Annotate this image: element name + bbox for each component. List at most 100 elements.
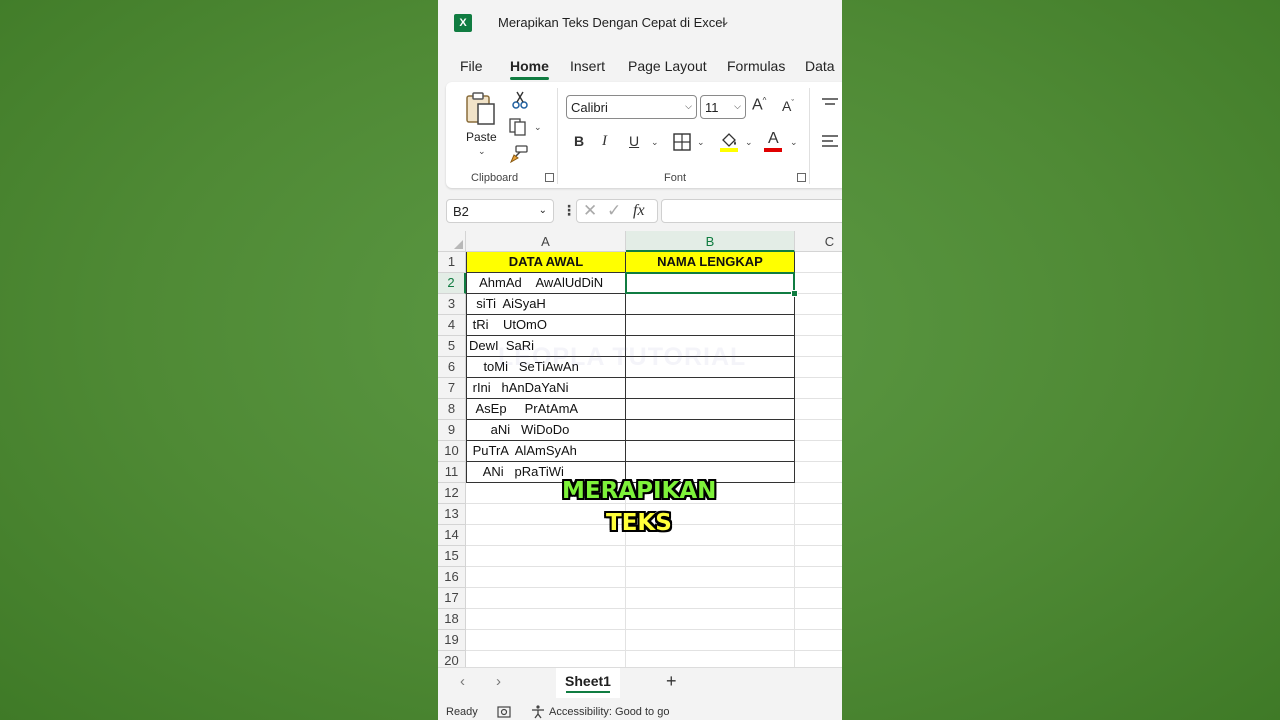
cell-a19[interactable]: [466, 630, 626, 651]
cell-a10[interactable]: PuTrA AlAmSyAh: [466, 441, 626, 462]
tab-insert[interactable]: Insert: [570, 58, 605, 74]
cell-b4[interactable]: [626, 315, 795, 336]
cell-a13[interactable]: [466, 504, 626, 525]
cell-c19[interactable]: [795, 630, 842, 651]
row-header-11[interactable]: 11: [438, 462, 466, 483]
font-name-select[interactable]: Calibri ⌵: [566, 95, 697, 119]
borders-icon[interactable]: [673, 133, 691, 151]
cell-b16[interactable]: [626, 567, 795, 588]
row-header-4[interactable]: 4: [438, 315, 466, 336]
cell-c18[interactable]: [795, 609, 842, 630]
cell-b17[interactable]: [626, 588, 795, 609]
sheet-next-icon[interactable]: ›: [496, 673, 501, 690]
underline-button[interactable]: U: [629, 134, 639, 148]
cell-a1-header[interactable]: DATA AWAL: [466, 252, 626, 273]
row-header-3[interactable]: 3: [438, 294, 466, 315]
cell-c12[interactable]: [795, 483, 842, 504]
cell-c2[interactable]: [795, 273, 842, 294]
row-header-18[interactable]: 18: [438, 609, 466, 630]
copy-icon[interactable]: [509, 118, 529, 136]
row-header-8[interactable]: 8: [438, 399, 466, 420]
cell-c4[interactable]: [795, 315, 842, 336]
chevron-down-icon[interactable]: ⌄: [539, 205, 547, 216]
tab-home[interactable]: Home: [510, 58, 549, 80]
accessibility-icon[interactable]: [530, 705, 546, 719]
name-box[interactable]: B2 ⌄: [446, 199, 554, 223]
row-header-12[interactable]: 12: [438, 483, 466, 504]
cell-c11[interactable]: [795, 462, 842, 483]
cell-c13[interactable]: [795, 504, 842, 525]
row-header-9[interactable]: 9: [438, 420, 466, 441]
chevron-down-icon[interactable]: ⌄: [745, 137, 753, 148]
cell-c8[interactable]: [795, 399, 842, 420]
cell-c1[interactable]: [795, 252, 842, 273]
row-header-13[interactable]: 13: [438, 504, 466, 525]
column-header-a[interactable]: A: [466, 231, 626, 252]
cut-icon[interactable]: [512, 91, 528, 109]
row-header-5[interactable]: 5: [438, 336, 466, 357]
grow-font-button[interactable]: A^: [752, 96, 766, 114]
cell-c6[interactable]: [795, 357, 842, 378]
cell-c5[interactable]: [795, 336, 842, 357]
chevron-down-icon[interactable]: ⌄: [790, 137, 798, 148]
cell-b10[interactable]: [626, 441, 795, 462]
cell-c20[interactable]: [795, 651, 842, 667]
cell-c7[interactable]: [795, 378, 842, 399]
cell-a20[interactable]: [466, 651, 626, 667]
cell-b8[interactable]: [626, 399, 795, 420]
row-header-2[interactable]: 2: [438, 273, 466, 294]
chevron-down-icon[interactable]: ⌄: [534, 122, 542, 133]
cell-a14[interactable]: [466, 525, 626, 546]
fill-color-icon[interactable]: [719, 131, 739, 153]
cell-a4[interactable]: tRi UtOmO: [466, 315, 626, 336]
active-cell-b2[interactable]: [625, 272, 795, 294]
bold-button[interactable]: B: [574, 134, 584, 148]
row-header-19[interactable]: 19: [438, 630, 466, 651]
cell-a15[interactable]: [466, 546, 626, 567]
cell-b7[interactable]: [626, 378, 795, 399]
cell-c17[interactable]: [795, 588, 842, 609]
row-header-10[interactable]: 10: [438, 441, 466, 462]
chevron-down-icon[interactable]: ⌄: [720, 14, 730, 28]
cell-c9[interactable]: [795, 420, 842, 441]
clipboard-launcher-icon[interactable]: [545, 173, 554, 182]
align-left-icon[interactable]: [821, 134, 839, 150]
font-size-select[interactable]: 11 ⌵: [700, 95, 746, 119]
fill-handle[interactable]: [791, 290, 798, 297]
paste-button[interactable]: Paste ⌄: [460, 88, 504, 160]
macro-recorder-icon[interactable]: [497, 706, 511, 718]
cell-b20[interactable]: [626, 651, 795, 667]
tab-data[interactable]: Data: [805, 58, 835, 74]
tab-page-layout[interactable]: Page Layout: [628, 58, 707, 74]
cell-b19[interactable]: [626, 630, 795, 651]
sheet-tab-sheet1[interactable]: Sheet1: [556, 668, 620, 698]
row-header-20[interactable]: 20: [438, 651, 466, 667]
cell-c14[interactable]: [795, 525, 842, 546]
row-header-14[interactable]: 14: [438, 525, 466, 546]
cell-a7[interactable]: rIni hAnDaYaNi: [466, 378, 626, 399]
shrink-font-button[interactable]: Aˇ: [782, 98, 794, 114]
cell-a8[interactable]: AsEp PrAtAmA: [466, 399, 626, 420]
chevron-down-icon[interactable]: ⌄: [697, 137, 705, 148]
cell-a16[interactable]: [466, 567, 626, 588]
cell-a3[interactable]: siTi AiSyaH: [466, 294, 626, 315]
cancel-icon[interactable]: ✕: [583, 201, 597, 221]
tab-file[interactable]: File: [460, 58, 483, 74]
cell-b18[interactable]: [626, 609, 795, 630]
row-header-6[interactable]: 6: [438, 357, 466, 378]
row-header-15[interactable]: 15: [438, 546, 466, 567]
align-top-icon[interactable]: [821, 97, 839, 111]
select-all-button[interactable]: [438, 231, 466, 252]
cell-c10[interactable]: [795, 441, 842, 462]
row-header-16[interactable]: 16: [438, 567, 466, 588]
cell-a18[interactable]: [466, 609, 626, 630]
cell-a9[interactable]: aNi WiDoDo: [466, 420, 626, 441]
cell-c3[interactable]: [795, 294, 842, 315]
cell-b3[interactable]: [626, 294, 795, 315]
insert-function-button[interactable]: fx: [633, 202, 645, 220]
accessibility-status[interactable]: Accessibility: Good to go: [549, 706, 669, 718]
chevron-down-icon[interactable]: ⌄: [651, 137, 659, 148]
add-sheet-button[interactable]: +: [666, 671, 677, 692]
font-launcher-icon[interactable]: [797, 173, 806, 182]
cell-c16[interactable]: [795, 567, 842, 588]
